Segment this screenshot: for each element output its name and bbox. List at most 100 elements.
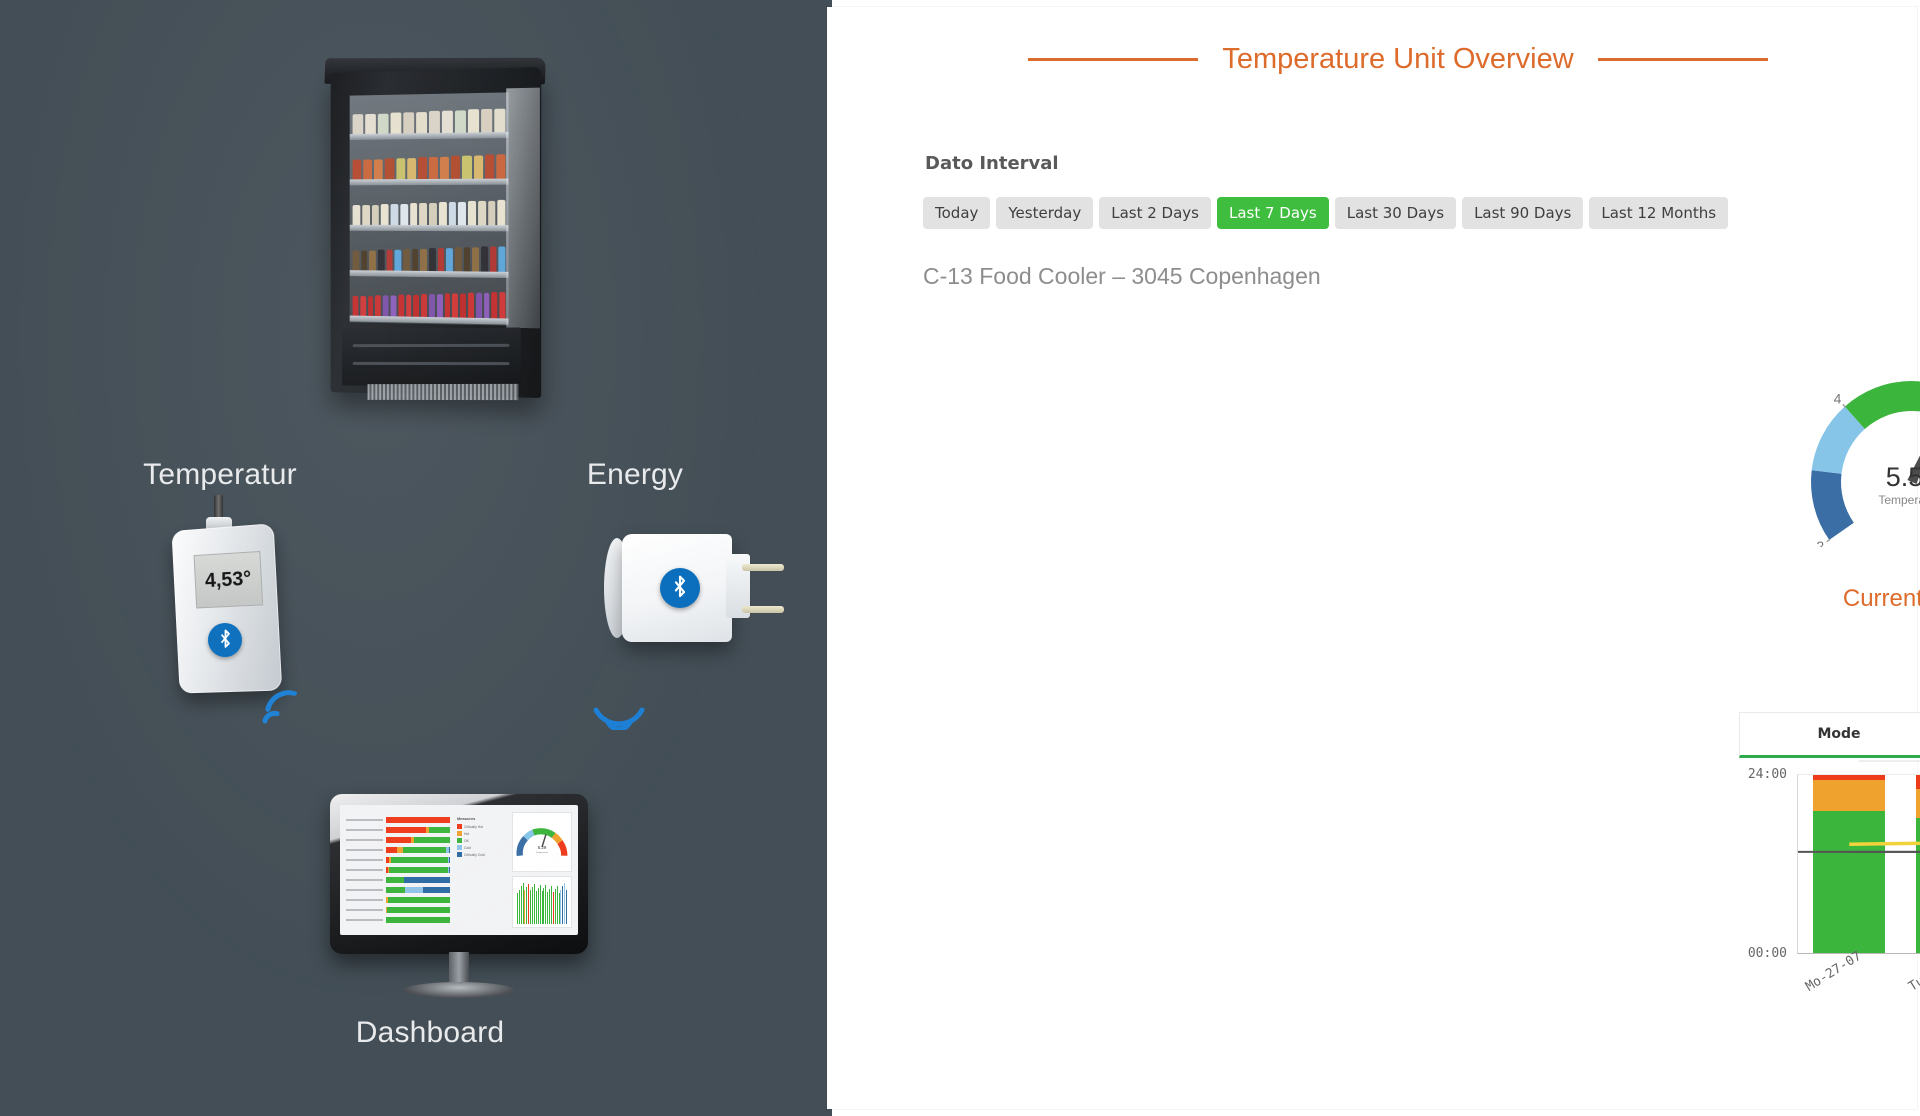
monitor-bar-row (346, 816, 450, 823)
cooler-product (352, 159, 362, 180)
cooler-product (467, 292, 474, 318)
category-axis: Mo-27-07Tu-28-07We-29-07Th-30-07Fr-31-07… (1797, 948, 1920, 1030)
monitor-bar-row (346, 897, 450, 904)
temperature-label: Temperatur (143, 458, 297, 491)
monitor-gauge: 5.29 Temperature (511, 812, 572, 873)
cooler-product (436, 293, 443, 318)
cooler-product (380, 204, 389, 225)
svg-text:4: 4 (1834, 390, 1842, 406)
wireless-signal-icon (590, 688, 648, 732)
cooler-product (405, 294, 412, 317)
monitor-history-bar (518, 889, 520, 924)
cooler-product (377, 249, 385, 271)
cooler-base (342, 327, 521, 387)
cooler-glass-door (506, 87, 540, 329)
monitor-bar-label (346, 868, 384, 871)
app-root: Temperatur Energy Dashboard 4,53° Measur… (0, 0, 1920, 1116)
cooler-product (428, 202, 437, 226)
cooler-product (403, 112, 415, 134)
x-axis-tick: Tu-28-07 (1906, 948, 1920, 995)
monitor-bar-row (346, 887, 450, 894)
interval-button-today[interactable]: Today (923, 197, 991, 229)
svg-text:5.29: 5.29 (538, 845, 547, 850)
tab-separator (1859, 760, 1920, 762)
monitor-bar-row (346, 877, 450, 884)
interval-button-last-2-days[interactable]: Last 2 Days (1099, 197, 1211, 229)
cooler-product (440, 156, 450, 179)
monitor-history-bar (533, 884, 535, 924)
interval-section-label: Dato Interval (925, 153, 1059, 174)
overlay-lines (1798, 775, 1920, 955)
cooler-product (499, 291, 506, 319)
cooler-product (477, 200, 486, 226)
monitor-bar-row (346, 917, 450, 924)
cooler-product (428, 111, 440, 133)
wireless-signal-icon (254, 684, 320, 739)
monitor-legend-item: Hot (456, 831, 505, 836)
monitor-bar-list (346, 812, 450, 928)
cooler-product (365, 113, 376, 134)
unit-name-heading: C-13 Food Cooler – 3045 Copenhagen (923, 263, 1321, 289)
monitor-legend-item: OK (456, 838, 505, 843)
cooler-product (382, 295, 389, 317)
monitor-history-bar (526, 886, 528, 924)
cooler-product (458, 201, 466, 226)
monitor-screen: Measures Critically Hot Hot OK Cold Critical… (340, 805, 578, 935)
cooler-product (367, 295, 374, 316)
cooler-product (438, 202, 447, 226)
monitor-bar-label (346, 848, 384, 851)
cooler-product (429, 248, 436, 272)
cooler-product (369, 250, 376, 271)
cooler-product (352, 250, 360, 271)
title-rule-left (1028, 57, 1199, 61)
monitor-history-bar (541, 891, 543, 924)
cooler-product (441, 110, 453, 133)
cooler-product (472, 246, 480, 272)
interval-button-last-90-days[interactable]: Last 90 Days (1462, 197, 1584, 229)
cooler-product (498, 245, 506, 272)
cooler-product (481, 246, 488, 272)
monitor-history-bar (535, 890, 537, 924)
historical-plot: 24:0000:00 8.01.0 Mo-27-07Tu-28-07We-29-… (1739, 767, 1920, 1014)
monitor-frame: Measures Critically Hot Hot OK Cold Critical… (330, 794, 588, 954)
monitor-history-bar (564, 883, 566, 924)
gauge-svg: 2468 5.55 Temperature (1811, 381, 1920, 554)
monitor-history-bar (537, 887, 539, 924)
cooler-product (395, 158, 405, 180)
cooler-product (467, 109, 480, 133)
historical-view-widget: Mode Temperature Parameter 24:0000:00 8.… (1739, 712, 1920, 1082)
tab-mode[interactable]: Mode (1739, 712, 1920, 758)
date-interval-button-group[interactable]: Today Yesterday Last 2 Days Last 7 Days Last… (923, 197, 1729, 229)
cooler-product (411, 248, 419, 271)
monitor-bar-label (346, 889, 384, 892)
interval-button-last-30-days[interactable]: Last 30 Days (1334, 197, 1457, 229)
page-title: Temperature Unit Overview (1222, 42, 1574, 75)
monitor-history-chart (511, 876, 572, 928)
monitor-right-column: 5.29 Temperature (511, 812, 572, 928)
right-dashboard-panel: Temperature Unit Overview Dato Interval … (827, 0, 1920, 1116)
cooler-product (419, 202, 428, 225)
cooler-product (377, 113, 389, 134)
monitor-legend-item: Critically Cold (456, 852, 505, 857)
smart-plug-device (600, 520, 784, 660)
dashboard-label: Dashboard (355, 1016, 505, 1049)
monitor-history-bar (554, 889, 556, 924)
cooler-shelf (349, 186, 509, 232)
cooler-product (390, 112, 402, 134)
cooler-product (451, 155, 461, 179)
monitor-history-bar (549, 888, 550, 924)
monitor-legend: Measures Critically Hot Hot OK Cold Critical… (455, 812, 507, 928)
cooler-product (454, 109, 466, 133)
interval-button-last-12-months[interactable]: Last 12 Months (1589, 197, 1729, 229)
cooler-product (362, 204, 370, 225)
cooler-product (352, 205, 361, 225)
monitor-bar-label (346, 828, 384, 831)
cooler-product (448, 201, 457, 226)
monitor-history-bar (520, 886, 522, 924)
cooler-product (374, 159, 384, 180)
interval-button-yesterday[interactable]: Yesterday (996, 197, 1094, 229)
cooler-product (406, 157, 416, 180)
historical-tab-bar[interactable]: Mode Temperature Parameter (1739, 712, 1920, 758)
cooler-product (417, 157, 427, 180)
interval-button-last-7-days[interactable]: Last 7 Days (1216, 197, 1329, 229)
